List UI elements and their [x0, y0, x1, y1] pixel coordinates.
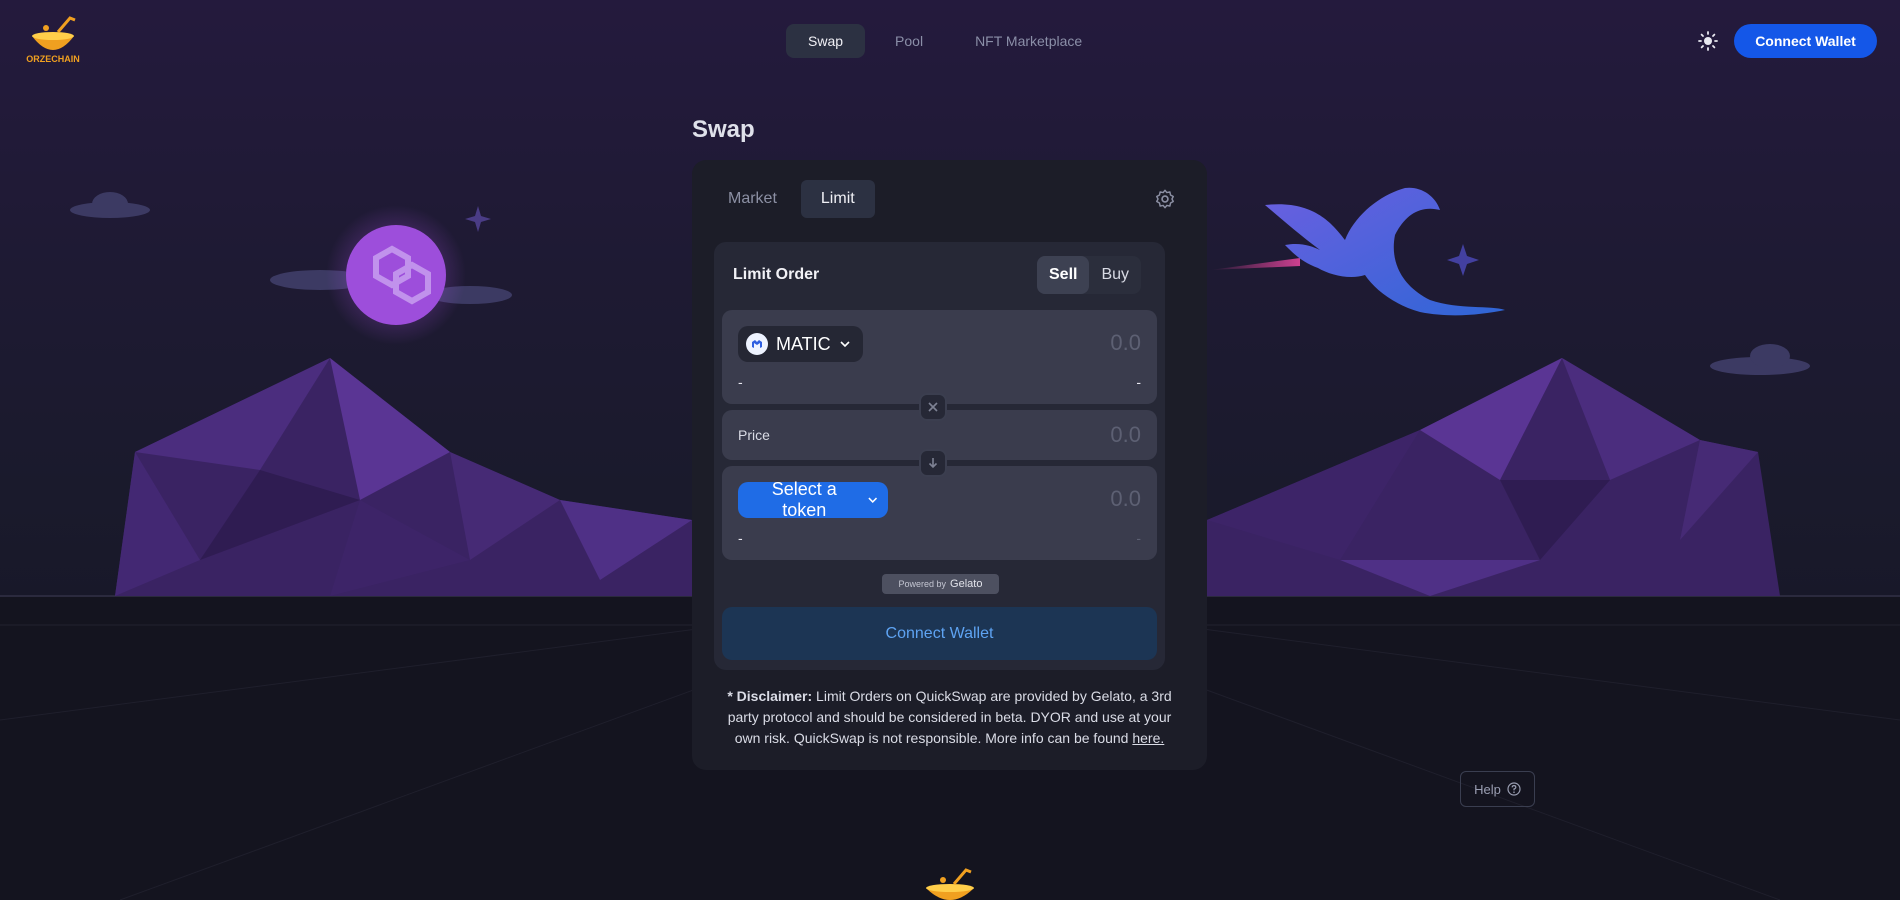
gelato-brand: Gelato — [950, 578, 983, 590]
help-label: Help — [1474, 781, 1501, 797]
powered-by-gelato-badge[interactable]: Powered by Gelato — [882, 574, 999, 594]
tab-limit[interactable]: Limit — [800, 180, 875, 218]
help-button[interactable]: Help — [1460, 771, 1535, 807]
chevron-down-icon — [840, 341, 850, 348]
limit-order-title: Limit Order — [733, 266, 820, 283]
sun-icon[interactable] — [1697, 30, 1719, 52]
page-title: Swap — [692, 116, 755, 143]
nav-nft-marketplace[interactable]: NFT Marketplace — [953, 24, 1104, 58]
main-nav: Swap Pool NFT Marketplace — [786, 24, 1104, 58]
disclaimer: * Disclaimer: Limit Orders on QuickSwap … — [722, 686, 1177, 749]
swap-card: Market Limit Limit Order Sell Buy MATIC … — [692, 160, 1207, 770]
select-token-label: Select a token — [771, 479, 837, 520]
tab-market[interactable]: Market — [708, 180, 797, 218]
close-icon[interactable] — [919, 393, 947, 421]
sell-buy-toggle: Sell Buy — [1037, 256, 1142, 294]
powered-by-text: Powered by — [898, 579, 947, 589]
disclaimer-label: * Disclaimer: — [727, 688, 813, 704]
buy-button[interactable]: Buy — [1089, 256, 1141, 294]
select-token-button[interactable]: Select a token — [738, 479, 888, 520]
header: ORZECHAIN Swap Pool NFT Marketplace Conn… — [0, 0, 1900, 82]
connect-wallet-button[interactable]: Connect Wallet — [722, 607, 1157, 660]
sell-button[interactable]: Sell — [1037, 256, 1090, 294]
question-circle-icon — [1507, 782, 1521, 796]
buy-usd-value: - — [738, 530, 743, 546]
chevron-down-icon — [867, 497, 877, 503]
swap-mode-tabs: Market Limit — [708, 180, 875, 218]
sell-amount-input[interactable] — [961, 330, 1141, 356]
buy-balance: - — [1136, 530, 1141, 546]
sell-token-symbol: MATIC — [776, 333, 831, 354]
buy-amount-input[interactable] — [961, 486, 1141, 512]
buy-token-panel: Select a token - - — [722, 466, 1157, 560]
arrow-down-icon[interactable] — [919, 449, 947, 477]
price-label: Price — [738, 427, 770, 443]
disclaimer-link[interactable]: here. — [1132, 730, 1164, 746]
nav-pool[interactable]: Pool — [873, 24, 945, 58]
matic-token-icon — [746, 333, 768, 355]
logo-text: ORZECHAIN — [26, 54, 80, 64]
token-select-matic[interactable]: MATIC — [738, 326, 863, 362]
nav-swap[interactable]: Swap — [786, 24, 866, 58]
connect-wallet-header-button[interactable]: Connect Wallet — [1734, 24, 1877, 58]
sell-token-panel: MATIC - - — [722, 310, 1157, 404]
orzechain-logo[interactable]: ORZECHAIN — [18, 12, 88, 70]
sell-balance: - — [1136, 374, 1141, 390]
price-input[interactable] — [961, 422, 1141, 448]
footer-logo — [926, 868, 974, 900]
gear-icon[interactable] — [1154, 188, 1176, 210]
sell-usd-value: - — [738, 374, 743, 390]
limit-order-box: Limit Order Sell Buy MATIC - - Price — [714, 242, 1165, 670]
